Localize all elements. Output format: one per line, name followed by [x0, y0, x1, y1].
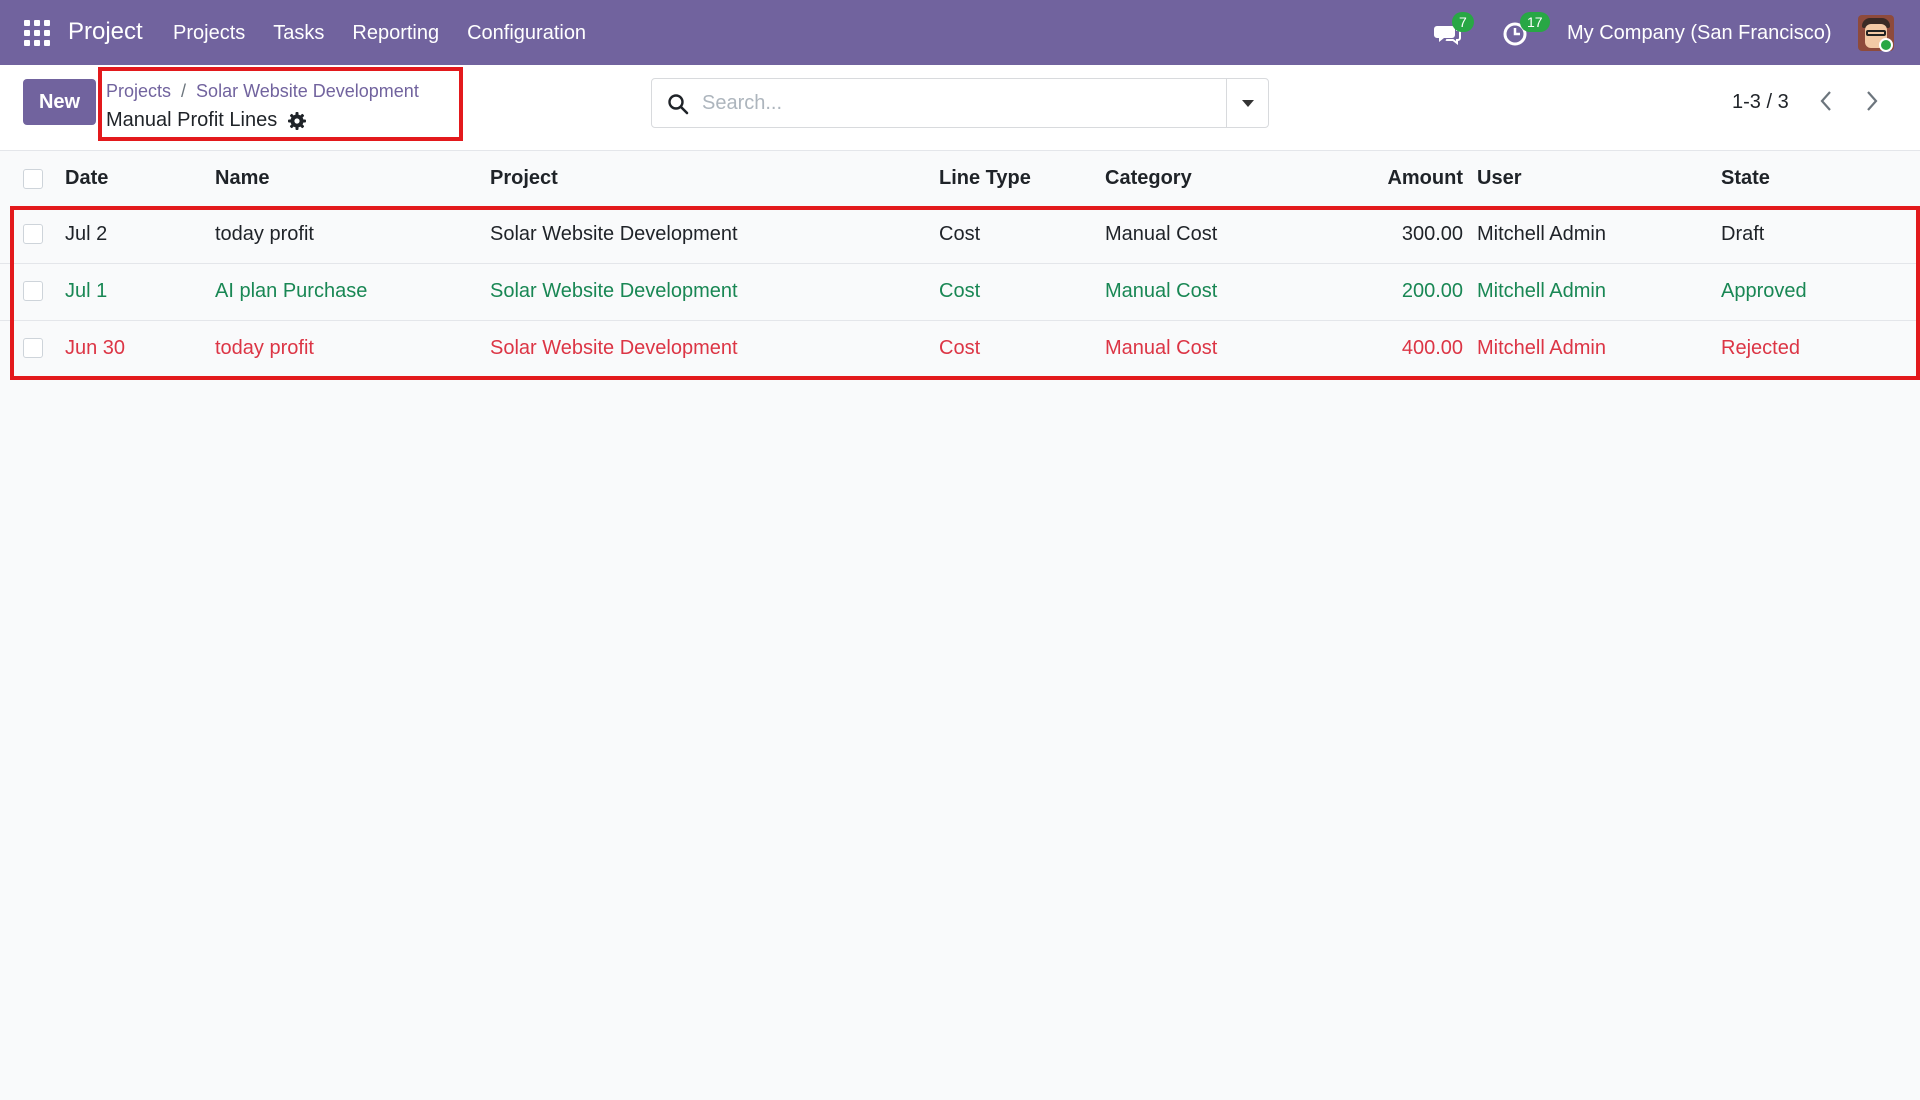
- cell-project: Solar Website Development: [490, 280, 738, 302]
- cell-category: Manual Cost: [1105, 223, 1218, 245]
- column-category[interactable]: Category: [1105, 167, 1192, 190]
- chevron-left-icon[interactable]: [1814, 87, 1838, 115]
- cell-user: Mitchell Admin: [1477, 223, 1606, 245]
- column-user[interactable]: User: [1477, 167, 1521, 190]
- main-menu: Projects Tasks Reporting Configuration: [173, 22, 586, 45]
- table-row[interactable]: Jul 1 AI plan Purchase Solar Website Dev…: [0, 264, 1920, 321]
- page-title: Manual Profit Lines: [106, 109, 278, 131]
- breadcrumb-highlight: Projects / Solar Website Development Manua…: [98, 67, 463, 141]
- breadcrumb: Projects / Solar Website Development: [106, 81, 419, 102]
- column-date[interactable]: Date: [65, 167, 108, 190]
- cell-date: Jun 30: [65, 337, 126, 359]
- pager-value[interactable]: 1-3 / 3: [1732, 91, 1789, 114]
- cell-category: Manual Cost: [1105, 280, 1218, 302]
- cell-name: today profit: [215, 223, 314, 245]
- page-title-row: Manual Profit Lines: [106, 109, 307, 132]
- table-row[interactable]: Jul 2 today profit Solar Website Develop…: [0, 207, 1920, 264]
- cell-date: Jul 1: [65, 280, 108, 302]
- cell-name: today profit: [215, 337, 314, 359]
- row-checkbox[interactable]: [23, 338, 43, 358]
- cell-date: Jul 2: [65, 223, 108, 245]
- cell-project: Solar Website Development: [490, 223, 738, 245]
- top-navbar: Project Projects Tasks Reporting Configu…: [0, 0, 1920, 65]
- column-name[interactable]: Name: [215, 167, 269, 190]
- breadcrumb-solar-website-development[interactable]: Solar Website Development: [196, 81, 419, 101]
- menu-tasks[interactable]: Tasks: [273, 22, 324, 45]
- messages-count-badge: 7: [1452, 12, 1474, 32]
- cell-line-type: Cost: [939, 223, 981, 245]
- cell-amount: 400.00: [1401, 337, 1463, 359]
- menu-projects[interactable]: Projects: [173, 22, 245, 45]
- column-state[interactable]: State: [1721, 167, 1770, 190]
- search-icon: [668, 94, 689, 115]
- row-checkbox[interactable]: [23, 281, 43, 301]
- column-project[interactable]: Project: [490, 167, 558, 190]
- cell-state: Rejected: [1721, 337, 1800, 359]
- table-row[interactable]: Jun 30 today profit Solar Website Develo…: [0, 321, 1920, 378]
- search-input[interactable]: [702, 87, 1202, 119]
- messages-button[interactable]: 7: [1434, 12, 1474, 48]
- app-brand[interactable]: Project: [68, 18, 143, 46]
- cell-line-type: Cost: [939, 337, 981, 359]
- cell-line-type: Cost: [939, 280, 981, 302]
- menu-configuration[interactable]: Configuration: [467, 22, 586, 45]
- cell-state: Approved: [1721, 280, 1807, 302]
- menu-reporting[interactable]: Reporting: [352, 22, 439, 45]
- search-options-toggle[interactable]: [1226, 79, 1268, 127]
- activities-button[interactable]: 17: [1502, 12, 1550, 48]
- cell-state: Draft: [1721, 223, 1765, 245]
- list-header: Date Name Project Line Type Category Amo…: [0, 152, 1920, 204]
- cell-amount: 300.00: [1401, 223, 1463, 245]
- control-panel: New Projects / Solar Website Development M…: [0, 65, 1920, 151]
- cell-name: AI plan Purchase: [215, 280, 368, 302]
- column-amount[interactable]: Amount: [1340, 167, 1463, 190]
- breadcrumb-projects[interactable]: Projects: [106, 81, 171, 101]
- app-menu-icon[interactable]: [24, 20, 50, 46]
- company-switcher[interactable]: My Company (San Francisco): [1567, 22, 1832, 45]
- cell-category: Manual Cost: [1105, 337, 1218, 359]
- select-all-checkbox[interactable]: [23, 169, 43, 189]
- column-line-type[interactable]: Line Type: [939, 167, 1031, 190]
- gear-icon[interactable]: [287, 111, 307, 131]
- cell-project: Solar Website Development: [490, 337, 738, 359]
- cell-user: Mitchell Admin: [1477, 280, 1606, 302]
- presence-status-icon: [1879, 38, 1893, 52]
- new-button[interactable]: New: [23, 79, 96, 125]
- cell-amount: 200.00: [1401, 280, 1463, 302]
- cell-user: Mitchell Admin: [1477, 337, 1606, 359]
- search-bar: [651, 78, 1269, 128]
- activities-count-badge: 17: [1520, 12, 1550, 32]
- chevron-right-icon[interactable]: [1860, 87, 1884, 115]
- row-checkbox[interactable]: [23, 224, 43, 244]
- breadcrumb-separator: /: [181, 81, 187, 101]
